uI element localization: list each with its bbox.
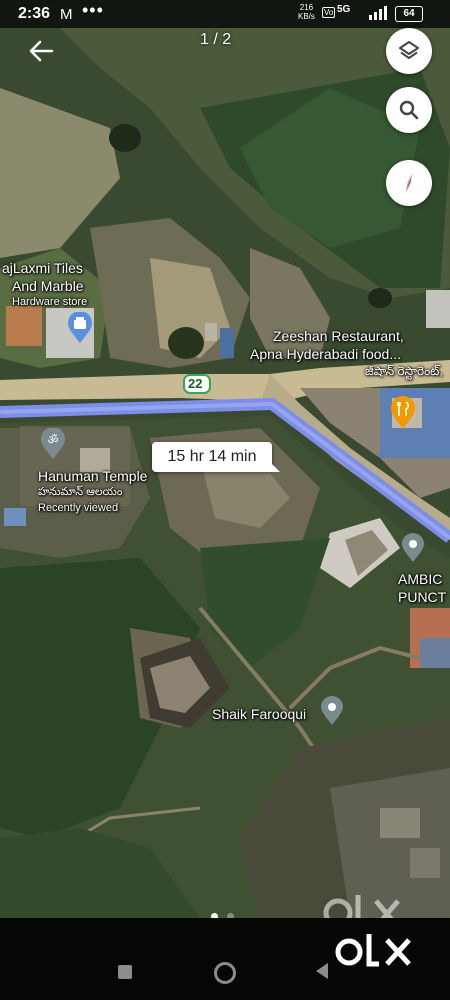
status-bar: 2:36 M ••• 216 KB/s Vo 5G 64	[0, 0, 450, 28]
road-number: 22	[188, 376, 203, 391]
layers-icon	[399, 41, 419, 59]
satellite-map[interactable]: 22 15 hr 14 min ajLaxmi Tiles And Marble…	[0, 28, 450, 918]
battery-icon: 64	[395, 6, 423, 22]
signal-icon	[369, 6, 387, 20]
page-counter: 1 / 2	[200, 31, 232, 48]
place-status-recently-viewed: Recently viewed	[38, 502, 119, 514]
network-type: 5G	[337, 4, 351, 15]
svg-text:ॐ: ॐ	[48, 433, 59, 447]
back-arrow-icon[interactable]	[26, 36, 56, 66]
volte-icon: Vo	[322, 7, 336, 18]
place-label-hanuman-telugu: హనుమాన్ ఆలయం	[38, 486, 123, 498]
place-label-shaik[interactable]: Shaik Farooqui	[212, 706, 306, 722]
speed-value: 216	[299, 3, 314, 12]
place-pin-icon-ambica[interactable]	[401, 533, 425, 563]
place-label-rajlaxmi-line1[interactable]: ajLaxmi Tiles	[2, 260, 83, 276]
speed-unit: KB/s	[298, 12, 315, 21]
temple-pin-icon[interactable]: ॐ	[40, 428, 66, 460]
olx-watermark-logo	[323, 895, 400, 918]
place-label-ambica-line2[interactable]: PUNCT	[398, 589, 446, 605]
place-category-rajlaxmi: Hardware store	[12, 296, 88, 308]
place-label-zeeshan-telugu: జీషాన్ రెస్టారెంట్,	[365, 364, 443, 378]
network-speed: 216 KB/s	[298, 3, 315, 21]
search-button[interactable]	[386, 87, 432, 133]
place-label-ambica-line1[interactable]: AMBIC	[398, 571, 442, 587]
home-icon[interactable]	[214, 962, 236, 984]
status-time: 2:36	[18, 5, 51, 22]
more-notifications-icon: •••	[82, 0, 104, 20]
restaurant-pin-icon[interactable]	[390, 396, 416, 430]
compass-button[interactable]	[386, 160, 432, 206]
place-label-zeeshan-line1[interactable]: Zeeshan Restaurant,	[273, 328, 404, 344]
layers-button[interactable]	[386, 28, 432, 74]
gmail-icon: M	[60, 6, 73, 23]
route-duration-chip[interactable]: 15 hr 14 min	[152, 442, 280, 472]
olx-logo	[335, 934, 411, 967]
place-pin-icon-shaik[interactable]	[320, 696, 344, 726]
place-label-hanuman[interactable]: Hanuman Temple	[38, 468, 147, 484]
hardware-store-pin-icon[interactable]	[67, 312, 93, 344]
place-label-zeeshan-line2[interactable]: Apna Hyderabadi food...	[250, 346, 401, 362]
recent-apps-icon[interactable]	[118, 965, 132, 979]
place-label-rajlaxmi-line2[interactable]: And Marble	[12, 278, 84, 294]
back-nav-icon[interactable]	[314, 962, 330, 980]
compass-icon	[406, 174, 412, 192]
search-icon	[399, 100, 419, 120]
